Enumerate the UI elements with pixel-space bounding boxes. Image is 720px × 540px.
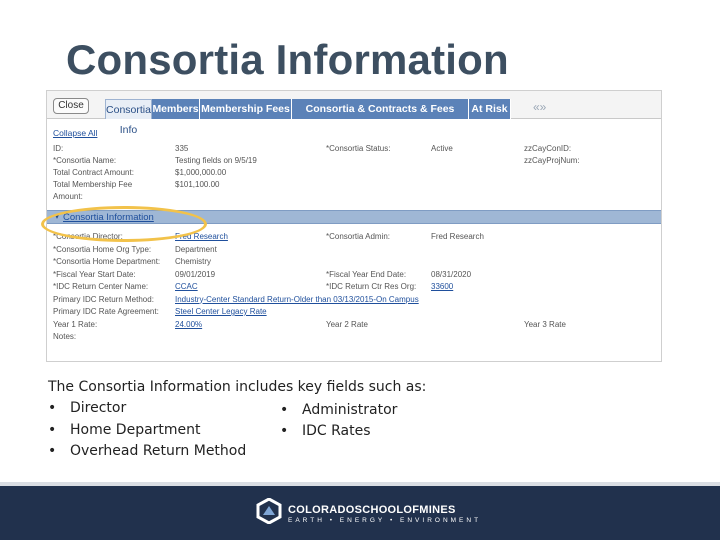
bullet-administrator: • Administrator <box>280 402 398 418</box>
field-row: *Fiscal Year Start Date: 09/01/2019 *Fisca… <box>47 269 661 280</box>
field-value[interactable]: 24.00% <box>175 319 202 330</box>
logo-text: COLORADOSCHOOLOFMINES <box>288 504 456 516</box>
field-value: $101,100.00 <box>175 180 220 189</box>
field-row: Primary IDC Rate Agreement: Steel Center … <box>47 306 661 317</box>
field-row: Primary IDC Return Method: Industry-Cente… <box>47 294 661 305</box>
field-row: Year 1 Rate: 24.00% Year 2 Rate Year 3 Rate <box>47 319 661 330</box>
field-value: 09/01/2019 <box>175 269 216 279</box>
field-label: *IDC Return Center Name: <box>53 282 149 291</box>
field-label: *Consortia Admin: <box>326 232 391 241</box>
field-label: Total Membership Fee <box>53 180 133 189</box>
field-row: ID: 335 *Consortia Status: Active zzCayConID… <box>47 143 661 154</box>
scroll-tabs-icon[interactable]: «» <box>533 100 546 114</box>
field-row: Amount: <box>47 191 661 202</box>
field-value: 08/31/2020 <box>431 269 472 279</box>
tab-consortia-contracts-fees-docs[interactable]: Consortia & Contracts & Fees Docs <box>292 99 469 135</box>
field-label: Year 1 Rate: <box>53 319 98 329</box>
highlight-ellipse <box>41 206 207 242</box>
field-label: Notes: <box>53 332 77 341</box>
mines-logo-icon <box>256 498 282 524</box>
field-value: 335 <box>175 144 189 153</box>
field-label: Year 3 Rate <box>524 319 566 329</box>
field-value: Department <box>175 244 217 254</box>
logo-subtitle: EARTH • ENERGY • ENVIRONMENT <box>288 517 482 524</box>
bullet-director: • Director <box>48 400 127 416</box>
tab-members[interactable]: Members <box>152 99 200 119</box>
slide-title: Consortia Information <box>66 36 509 83</box>
field-row: Total Contract Amount: $1,000,000.00 <box>47 167 661 178</box>
field-label: Total Contract Amount: <box>53 168 134 177</box>
field-label: *IDC Return Ctr Res Org: <box>326 282 417 291</box>
field-label: zzCayProjNum: <box>524 156 580 165</box>
field-label: Amount: <box>53 192 83 201</box>
field-label: Primary IDC Rate Agreement: <box>53 307 159 316</box>
collapse-all-link[interactable]: Collapse All <box>53 128 97 138</box>
field-row: *IDC Return Center Name: CCAC *IDC Return … <box>47 281 661 292</box>
field-label: Primary IDC Return Method: <box>53 294 154 304</box>
tab-at-risk[interactable]: At Risk <box>469 99 511 119</box>
field-label: *Consortia Name: <box>53 156 117 165</box>
field-value: Testing fields on 9/5/19 <box>175 156 257 165</box>
field-row: Notes: <box>47 331 661 342</box>
description-intro: The Consortia Information includes key f… <box>48 379 427 395</box>
footer-bar: COLORADOSCHOOLOFMINES EARTH • ENERGY • E… <box>0 482 720 540</box>
field-label: *Consortia Home Org Type: <box>53 244 152 254</box>
field-row: *Consortia Home Org Type: Department <box>47 244 661 255</box>
field-row: *Consortia Home Department: Chemistry <box>47 256 661 267</box>
field-value: Active <box>431 144 453 153</box>
field-label: *Consortia Home Department: <box>53 257 161 266</box>
field-label: zzCayConID: <box>524 144 572 153</box>
field-label: Year 2 Rate <box>326 319 368 329</box>
field-value[interactable]: Industry-Center Standard Return-Older th… <box>175 294 419 305</box>
field-row: Total Membership Fee $101,100.00 <box>47 179 661 190</box>
field-value[interactable]: Steel Center Legacy Rate <box>175 306 267 317</box>
field-value: Fred Research <box>431 232 484 241</box>
bullet-overhead-return-method: • Overhead Return Method <box>48 443 247 459</box>
field-label: ID: <box>53 144 64 153</box>
field-value: Chemistry <box>175 257 212 266</box>
field-value[interactable]: 33600 <box>431 281 453 292</box>
bullet-idc-rates: • IDC Rates <box>280 423 371 439</box>
field-label: *Fiscal Year Start Date: <box>53 269 136 279</box>
tab-consortia-info[interactable]: Consortia Info <box>105 99 152 136</box>
field-label: *Consortia Status: <box>326 144 391 153</box>
tab-membership-fees[interactable]: Membership Fees <box>200 99 292 119</box>
field-label: *Fiscal Year End Date: <box>326 269 407 279</box>
field-row: *Consortia Name: Testing fields on 9/5/19… <box>47 155 661 166</box>
field-value[interactable]: CCAC <box>175 281 198 292</box>
tab-bar: Close Consortia Info Members Membership … <box>47 91 661 136</box>
field-value: $1,000,000.00 <box>175 168 227 177</box>
close-button[interactable]: Close <box>53 98 89 114</box>
bullet-home-department: • Home Department <box>48 422 201 438</box>
